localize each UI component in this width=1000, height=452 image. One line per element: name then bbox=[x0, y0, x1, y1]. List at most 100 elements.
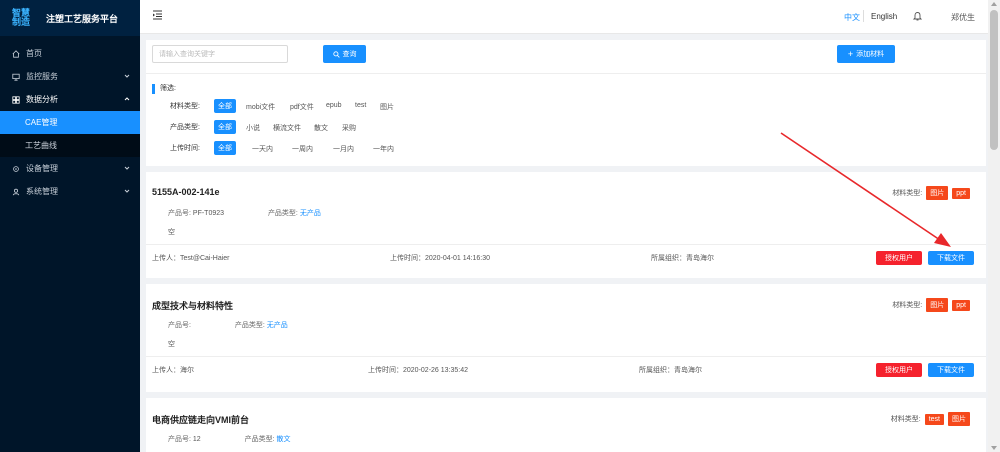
product-no-label: 产品号: bbox=[168, 210, 191, 217]
lang-zh-link[interactable]: 中文 bbox=[844, 12, 860, 23]
scroll-down-arrow-icon[interactable] bbox=[991, 446, 997, 450]
filter-option[interactable]: test bbox=[355, 102, 366, 109]
filter-label-time: 上传时间: bbox=[170, 145, 200, 152]
filter-option[interactable]: 全部 bbox=[214, 120, 236, 134]
monitor-icon bbox=[12, 73, 20, 81]
filter-option[interactable]: 一月内 bbox=[333, 144, 354, 154]
product-type-label: 产品类型: bbox=[234, 322, 265, 329]
sidebar-item-monitor[interactable]: 监控服务 bbox=[0, 65, 140, 88]
filter-label-product: 产品类型: bbox=[170, 124, 200, 131]
sidebar-item-process-curve[interactable]: 工艺曲线 bbox=[0, 134, 140, 157]
user-name[interactable]: 郑优生 bbox=[951, 12, 975, 23]
sidebar-item-home[interactable]: 首页 bbox=[0, 42, 140, 65]
sidebar-item-label: 设备管理 bbox=[26, 164, 58, 173]
download-file-button[interactable]: 下载文件 bbox=[928, 251, 974, 265]
query-button[interactable]: 查询 bbox=[323, 45, 366, 63]
page-scrollbar[interactable] bbox=[988, 0, 1000, 452]
product-no-label: 产品号: bbox=[168, 322, 191, 329]
platform-title: 注塑工艺服务平台 bbox=[46, 13, 119, 24]
material-card: 电商供应链走向VMI前台 产品号: 12 产品类型: 散文 材料类型: test… bbox=[146, 398, 986, 452]
product-type-label: 产品类型: bbox=[267, 210, 298, 217]
card-title: 成型技术与材料特性 bbox=[152, 301, 234, 311]
card-meta: 产品号: 产品类型: 无产品 bbox=[168, 320, 288, 330]
filter-option[interactable]: 小说 bbox=[246, 123, 260, 133]
filter-option[interactable]: 一周内 bbox=[292, 144, 313, 154]
sidebar: 智慧 制造 注塑工艺服务平台 首页 监控服务 数据分析 CAE管理 工艺曲线 设… bbox=[0, 0, 140, 452]
material-tag: 图片 bbox=[926, 298, 949, 312]
scroll-thumb[interactable] bbox=[990, 10, 998, 150]
card-organization: 所属组织：青岛海尔 bbox=[651, 255, 714, 262]
brand: 智慧 制造 注塑工艺服务平台 bbox=[0, 0, 140, 36]
card-title: 电商供应链走向VMI前台 bbox=[152, 415, 250, 425]
filter-option[interactable]: 全部 bbox=[214, 99, 236, 113]
card-material-types: 材料类型: 图片 ppt bbox=[892, 298, 970, 312]
top-header: 中文 English 郑优生 bbox=[140, 0, 988, 34]
logo-line-2: 制造 bbox=[12, 17, 31, 27]
chevron-down-icon bbox=[124, 189, 130, 193]
sidebar-item-label: 数据分析 bbox=[26, 95, 58, 104]
filter-option[interactable]: pdf文件 bbox=[290, 102, 314, 112]
filter-option[interactable]: 一天内 bbox=[252, 144, 273, 154]
material-tag: test bbox=[924, 413, 944, 425]
sidebar-submenu: CAE管理 工艺曲线 bbox=[0, 111, 140, 157]
product-type: 无产品 bbox=[266, 322, 288, 329]
card-material-types: 材料类型: test 图片 bbox=[891, 412, 970, 426]
filter-option[interactable]: 横流文件 bbox=[273, 123, 301, 133]
material-types-label: 材料类型: bbox=[890, 416, 921, 423]
download-file-button[interactable]: 下载文件 bbox=[928, 363, 974, 377]
material-types-label: 材料类型: bbox=[892, 190, 923, 197]
sidebar-item-label: 监控服务 bbox=[26, 72, 58, 81]
card-meta: 产品号: PF-T0923 产品类型: 无产品 bbox=[168, 208, 321, 218]
filter-option[interactable]: 散文 bbox=[314, 123, 328, 133]
lang-divider bbox=[863, 10, 864, 22]
logo: 智慧 制造 bbox=[12, 9, 36, 27]
grid-icon bbox=[12, 95, 20, 104]
add-material-label: 添加材料 bbox=[856, 51, 885, 58]
filter-option[interactable]: 全部 bbox=[214, 141, 236, 155]
add-material-button[interactable]: + 添加材料 bbox=[837, 45, 895, 63]
menu-fold-icon[interactable] bbox=[152, 10, 163, 20]
card-title: 5155A-002-141e bbox=[152, 187, 220, 197]
material-tag: ppt bbox=[952, 299, 970, 311]
card-description: 空 bbox=[168, 341, 175, 348]
card-description: 空 bbox=[168, 229, 175, 236]
product-no: PF-T0923 bbox=[192, 210, 225, 217]
product-type-label: 产品类型: bbox=[244, 436, 275, 443]
sidebar-item-cae[interactable]: CAE管理 bbox=[0, 111, 140, 134]
filter-option[interactable]: epub bbox=[326, 102, 342, 109]
material-tag: 图片 bbox=[926, 186, 949, 200]
filter-option[interactable]: 一年内 bbox=[373, 144, 394, 154]
plus-icon: + bbox=[847, 49, 854, 59]
material-tag: 图片 bbox=[948, 412, 970, 426]
user-icon bbox=[12, 188, 20, 195]
card-organization: 所属组织：青岛海尔 bbox=[639, 367, 702, 374]
search-input[interactable] bbox=[152, 45, 288, 63]
filter-option[interactable]: mobi文件 bbox=[246, 102, 275, 112]
filter-option[interactable]: 采购 bbox=[342, 123, 356, 133]
filter-label-material: 材料类型: bbox=[170, 103, 200, 110]
sidebar-item-label: 首页 bbox=[26, 49, 42, 58]
sidebar-item-system[interactable]: 系统管理 bbox=[0, 180, 140, 203]
material-tag: ppt bbox=[952, 187, 970, 199]
material-types-label: 材料类型: bbox=[892, 302, 923, 309]
card-upload-time: 上传时间：2020-04-01 14:16:30 bbox=[390, 255, 490, 262]
scroll-up-arrow-icon[interactable] bbox=[991, 2, 997, 6]
product-type: 无产品 bbox=[299, 210, 321, 217]
filter-title: 筛选: bbox=[152, 84, 176, 94]
card-material-types: 材料类型: 图片 ppt bbox=[892, 186, 970, 200]
chevron-up-icon bbox=[124, 97, 130, 101]
authorize-user-button[interactable]: 授权用户 bbox=[876, 363, 922, 377]
bell-icon[interactable] bbox=[913, 11, 922, 21]
sidebar-item-data-analysis[interactable]: 数据分析 bbox=[0, 88, 140, 111]
filter-option[interactable]: 图片 bbox=[380, 102, 394, 112]
authorize-user-button[interactable]: 授权用户 bbox=[876, 251, 922, 265]
product-no: 12 bbox=[192, 436, 201, 443]
lang-en-link[interactable]: English bbox=[871, 12, 897, 21]
card-meta: 产品号: 12 产品类型: 散文 bbox=[168, 434, 291, 444]
sidebar-item-devices[interactable]: 设备管理 bbox=[0, 157, 140, 180]
home-icon bbox=[12, 49, 20, 58]
divider bbox=[146, 73, 986, 74]
chevron-down-icon bbox=[124, 166, 130, 170]
product-type: 散文 bbox=[276, 436, 291, 443]
product-no-label: 产品号: bbox=[168, 436, 191, 443]
